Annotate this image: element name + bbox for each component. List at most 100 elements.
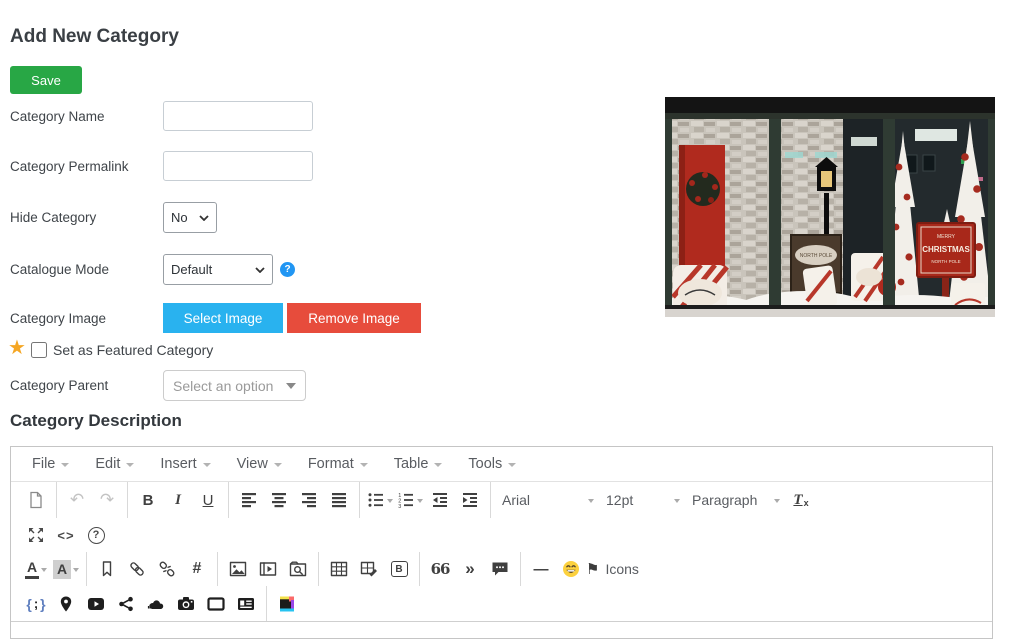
toolbar-row-3: A A # xyxy=(11,552,992,586)
chevron-down-icon xyxy=(255,267,265,273)
comment-icon[interactable] xyxy=(485,555,515,583)
browser-window-icon[interactable] xyxy=(201,590,231,618)
chevron-down-icon xyxy=(360,463,368,471)
toolbar-row-1: ↶ ↷ B I U xyxy=(11,482,992,518)
edit-table-icon[interactable] xyxy=(354,555,384,583)
blockquote-icon[interactable]: 66 xyxy=(425,555,455,583)
youtube-icon[interactable] xyxy=(81,590,111,618)
underline-icon[interactable]: U xyxy=(193,486,223,514)
catalogue-mode-value: Default xyxy=(171,262,212,277)
category-parent-select[interactable]: Select an option xyxy=(163,370,306,401)
indent-icon[interactable] xyxy=(455,486,485,514)
save-button[interactable]: Save xyxy=(10,66,82,94)
star-icon: ★ xyxy=(8,338,26,358)
outdent-icon[interactable] xyxy=(425,486,455,514)
chevron-down-icon xyxy=(61,463,69,471)
align-center-icon[interactable] xyxy=(264,486,294,514)
align-justify-icon[interactable] xyxy=(324,486,354,514)
redo-icon[interactable]: ↷ xyxy=(92,486,122,514)
browse-images-icon[interactable] xyxy=(283,555,313,583)
hide-category-label: Hide Category xyxy=(10,210,96,225)
remove-image-button[interactable]: Remove Image xyxy=(287,303,421,333)
chevron-down-icon xyxy=(434,463,442,471)
emoji-icon[interactable] xyxy=(556,555,586,583)
select-image-button[interactable]: Select Image xyxy=(163,303,283,333)
category-permalink-label: Category Permalink xyxy=(10,159,129,174)
chevron-down-icon xyxy=(588,499,594,506)
text-color-icon[interactable]: A xyxy=(21,555,51,583)
svg-text:MERRY: MERRY xyxy=(937,234,956,240)
remove-link-icon[interactable] xyxy=(152,555,182,583)
bold-icon[interactable]: B xyxy=(133,486,163,514)
chevron-down-icon xyxy=(774,499,780,506)
numbered-list-icon[interactable]: 123 xyxy=(395,486,425,514)
editor-content-area[interactable] xyxy=(11,621,992,638)
map-pin-icon[interactable] xyxy=(51,590,81,618)
insert-table-icon[interactable] xyxy=(324,555,354,583)
menu-view[interactable]: View xyxy=(224,447,295,481)
clear-formatting-icon[interactable]: Tx xyxy=(786,486,816,514)
insert-link-icon[interactable] xyxy=(122,555,152,583)
anchor-bookmark-icon[interactable] xyxy=(92,555,122,583)
font-family-select[interactable]: Arial xyxy=(496,482,600,518)
chevrons-right-icon[interactable]: » xyxy=(455,555,485,583)
template-icon[interactable]: B xyxy=(384,555,414,583)
hide-category-select[interactable]: No xyxy=(163,202,217,233)
share-icon[interactable] xyxy=(111,590,141,618)
align-right-icon[interactable] xyxy=(294,486,324,514)
giphy-icon[interactable] xyxy=(272,590,302,618)
undo-icon[interactable]: ↶ xyxy=(62,486,92,514)
chevron-down-icon xyxy=(126,463,134,471)
flag-icons-button[interactable]: ⚑ Icons xyxy=(586,555,639,583)
category-name-input[interactable] xyxy=(163,101,313,131)
horizontal-rule-icon[interactable]: — xyxy=(526,555,556,583)
font-size-select[interactable]: 12pt xyxy=(600,482,686,518)
insert-media-icon[interactable] xyxy=(253,555,283,583)
chevron-down-icon xyxy=(203,463,211,471)
menu-file[interactable]: File xyxy=(19,447,82,481)
toolbar-row-2: <> ? xyxy=(11,518,992,552)
svg-text:NORTH POLE: NORTH POLE xyxy=(931,259,960,264)
description-editor: File Edit Insert View Format Table Tools… xyxy=(10,446,993,639)
help-icon[interactable]: ? xyxy=(81,521,111,549)
align-left-icon[interactable] xyxy=(234,486,264,514)
featured-category-checkbox[interactable] xyxy=(31,342,47,358)
menu-edit[interactable]: Edit xyxy=(82,447,147,481)
chevron-down-icon xyxy=(417,499,423,506)
source-code-icon[interactable]: <> xyxy=(51,521,81,549)
category-photo: NORTH POLE MERRY CHRISTMAS NORTH POLE xyxy=(665,97,995,317)
chevron-down-icon xyxy=(508,463,516,471)
shortcode-icon[interactable]: {;} xyxy=(21,590,51,618)
featured-category-label: Set as Featured Category xyxy=(53,342,213,358)
hash-icon[interactable]: # xyxy=(182,555,212,583)
category-name-label: Category Name xyxy=(10,109,105,124)
menu-table[interactable]: Table xyxy=(381,447,456,481)
chevron-down-icon xyxy=(387,499,393,506)
italic-icon[interactable]: I xyxy=(163,486,193,514)
menu-format[interactable]: Format xyxy=(295,447,381,481)
hide-category-value: No xyxy=(171,210,188,225)
chevron-down-icon xyxy=(286,383,296,394)
chevron-down-icon xyxy=(41,568,47,575)
new-document-icon[interactable] xyxy=(21,486,51,514)
bullet-list-icon[interactable] xyxy=(365,486,395,514)
chevron-down-icon xyxy=(274,463,282,471)
catalogue-mode-select[interactable]: Default xyxy=(163,254,273,285)
page-title: Add New Category xyxy=(10,26,179,48)
insert-image-icon[interactable] xyxy=(223,555,253,583)
paragraph-format-select[interactable]: Paragraph xyxy=(686,482,786,518)
category-parent-placeholder: Select an option xyxy=(173,378,273,394)
editor-menubar: File Edit Insert View Format Table Tools xyxy=(11,447,992,482)
catalogue-mode-label: Catalogue Mode xyxy=(10,262,109,277)
help-icon[interactable]: ? xyxy=(280,262,295,277)
soundcloud-icon[interactable] xyxy=(141,590,171,618)
camera-icon[interactable] xyxy=(171,590,201,618)
menu-tools[interactable]: Tools xyxy=(455,447,529,481)
category-image-label: Category Image xyxy=(10,311,106,326)
background-color-icon[interactable]: A xyxy=(51,555,81,583)
category-permalink-input[interactable] xyxy=(163,151,313,181)
menu-insert[interactable]: Insert xyxy=(147,447,223,481)
address-card-icon[interactable] xyxy=(231,590,261,618)
add-new-category-page: Add New Category Save Category Name Cate… xyxy=(0,0,1013,639)
fullscreen-icon[interactable] xyxy=(21,521,51,549)
